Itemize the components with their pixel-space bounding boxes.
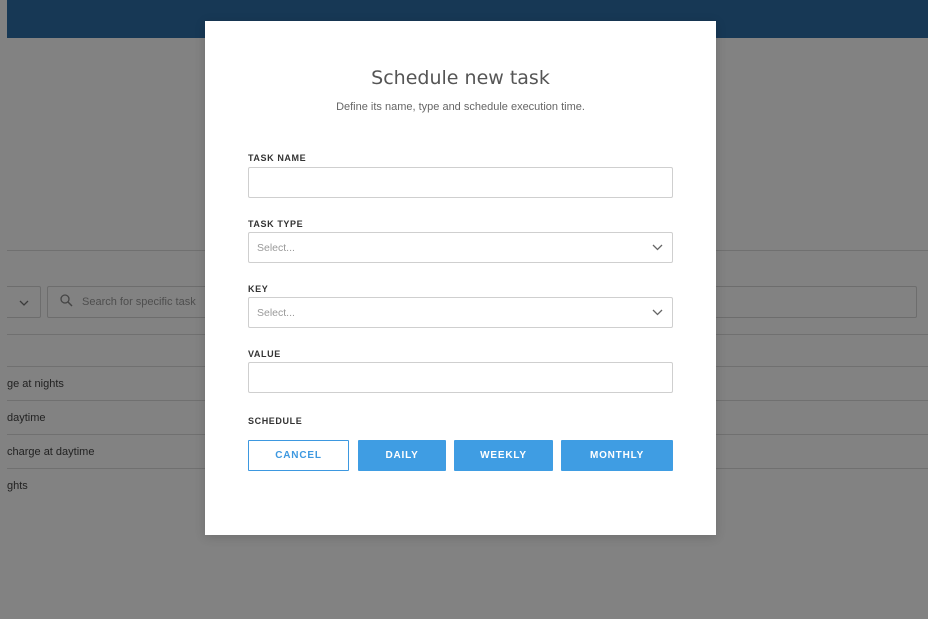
task-name-input[interactable] (248, 167, 673, 198)
daily-button[interactable]: DAILY (358, 440, 446, 471)
key-label: KEY (248, 284, 269, 294)
task-type-select[interactable]: Select... (248, 232, 673, 263)
value-label: VALUE (248, 349, 281, 359)
task-name-label: TASK NAME (248, 153, 307, 163)
task-type-label: TASK TYPE (248, 219, 304, 229)
chevron-down-icon (652, 307, 663, 319)
weekly-button[interactable]: WEEKLY (454, 440, 553, 471)
monthly-button[interactable]: MONTHLY (561, 440, 673, 471)
schedule-buttons: CANCEL DAILY WEEKLY MONTHLY (248, 440, 673, 471)
schedule-label: SCHEDULE (248, 416, 303, 426)
key-select[interactable]: Select... (248, 297, 673, 328)
task-type-value: Select... (257, 241, 295, 254)
key-value: Select... (257, 306, 295, 319)
schedule-task-modal: Schedule new task Define its name, type … (205, 21, 716, 535)
chevron-down-icon (652, 242, 663, 254)
modal-subtitle: Define its name, type and schedule execu… (336, 101, 585, 113)
modal-title: Schedule new task (371, 67, 550, 89)
cancel-button[interactable]: CANCEL (248, 440, 349, 471)
value-input[interactable] (248, 362, 673, 393)
